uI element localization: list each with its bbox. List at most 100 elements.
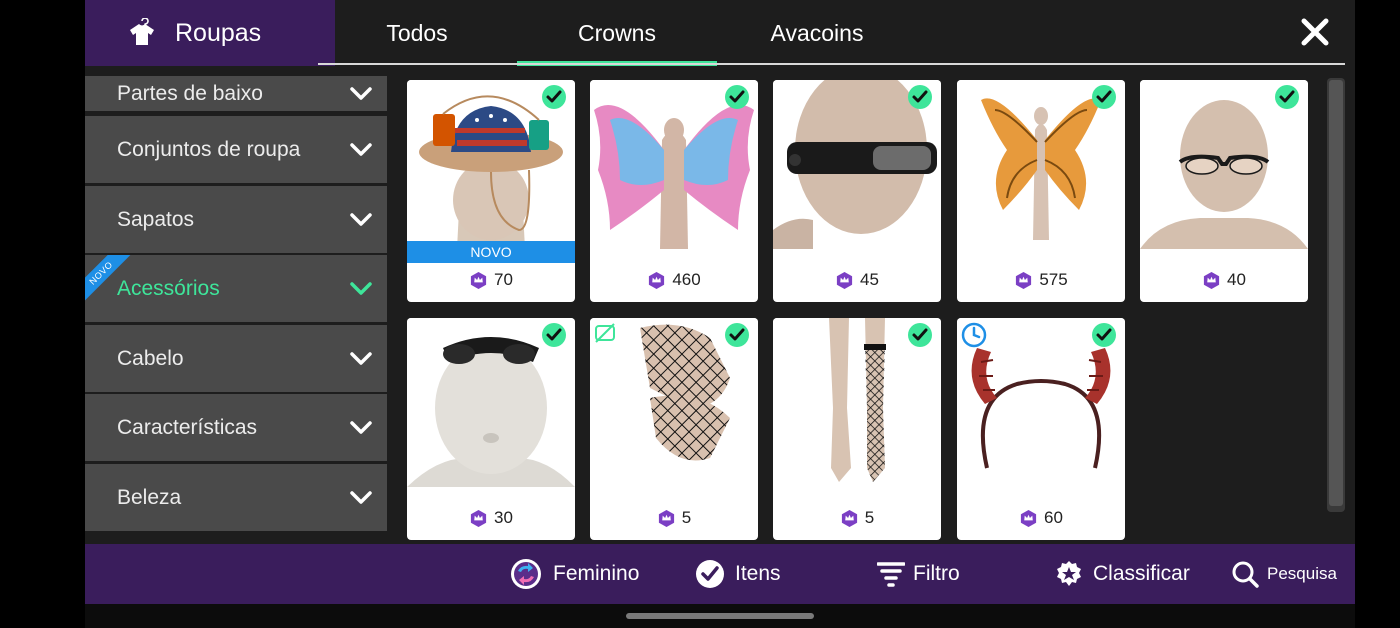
sidebar-item-cabelo[interactable]: Cabelo xyxy=(85,325,387,392)
crown-gem-icon xyxy=(1016,271,1032,289)
check-circle-icon xyxy=(725,323,749,347)
chevron-down-icon xyxy=(350,212,372,226)
crown-gem-icon xyxy=(836,271,853,289)
item-card[interactable]: 45 xyxy=(773,80,941,302)
tab-bar: Todos Crowns Avacoins xyxy=(317,0,917,66)
novo-label: NOVO xyxy=(407,241,575,263)
crown-gem-icon xyxy=(1020,509,1037,527)
filter-button[interactable]: Filtro xyxy=(877,544,960,604)
price-value: 460 xyxy=(672,270,701,289)
filter-icon xyxy=(877,562,905,587)
tab-label: Todos xyxy=(386,19,448,46)
check-circle-icon xyxy=(1092,85,1116,109)
item-card[interactable]: 575 xyxy=(957,80,1125,302)
price-value: 5 xyxy=(681,508,692,527)
item-price: 575 xyxy=(957,268,1125,292)
tab-label: Avacoins xyxy=(770,19,864,46)
top-bar: Roupas Todos Crowns Avacoins xyxy=(85,0,1355,66)
item-card[interactable]: 460 xyxy=(590,80,758,302)
crown-gem-icon xyxy=(658,509,674,527)
item-price: 30 xyxy=(407,506,575,530)
sidebar-item-label: Beleza xyxy=(117,485,182,509)
search-label: Pesquisa xyxy=(1267,564,1337,583)
sidebar-item-label: Cabelo xyxy=(117,346,184,370)
tab-crowns[interactable]: Crowns xyxy=(517,0,717,66)
tabs-divider xyxy=(318,63,1345,65)
item-price: 5 xyxy=(590,506,758,530)
check-circle-icon xyxy=(542,323,566,347)
item-price: 40 xyxy=(1140,268,1308,292)
gender-toggle-button[interactable]: Feminino xyxy=(509,544,639,604)
category-sidebar: Partes de baixo Conjuntos de roupa Sapat… xyxy=(85,76,387,536)
tab-todos[interactable]: Todos xyxy=(317,0,517,66)
crown-gem-icon xyxy=(649,271,665,289)
check-circle-icon xyxy=(542,85,566,109)
item-price: 5 xyxy=(773,506,941,530)
crown-gem-icon xyxy=(470,271,487,289)
sidebar-item-label: Acessórios xyxy=(117,276,220,300)
sort-label: Classificar xyxy=(1093,562,1190,585)
chevron-down-icon xyxy=(350,142,372,156)
home-indicator[interactable] xyxy=(626,613,814,619)
check-circle-icon xyxy=(725,85,749,109)
sidebar-item-label: Características xyxy=(117,415,258,439)
sidebar-item-label: Partes de baixo xyxy=(117,81,263,105)
item-card[interactable]: 40 xyxy=(1140,80,1308,302)
price-value: 70 xyxy=(494,270,513,289)
gender-label: Feminino xyxy=(553,562,640,585)
sidebar-item-label: Conjuntos de roupa xyxy=(117,137,301,161)
check-circle-icon xyxy=(1092,323,1116,347)
item-price: 60 xyxy=(957,506,1125,530)
price-value: 45 xyxy=(860,270,879,289)
sidebar-item-partes-de-baixo[interactable]: Partes de baixo xyxy=(85,76,387,111)
search-icon xyxy=(1232,561,1259,588)
item-price: 460 xyxy=(590,268,758,292)
items-label: Itens xyxy=(735,562,781,585)
item-price: 45 xyxy=(773,268,941,292)
shirt-hanger-icon xyxy=(127,17,157,48)
item-card[interactable]: 60 xyxy=(957,318,1125,540)
scrollbar-thumb[interactable] xyxy=(1329,80,1343,506)
tab-avacoins[interactable]: Avacoins xyxy=(717,0,917,66)
tab-label: Crowns xyxy=(578,19,656,46)
chevron-down-icon xyxy=(350,420,372,434)
filter-label: Filtro xyxy=(913,562,960,585)
check-circle-icon xyxy=(696,560,724,588)
item-card[interactable]: 5 xyxy=(590,318,758,540)
swap-gender-icon xyxy=(511,559,541,589)
chevron-down-icon xyxy=(350,351,372,365)
sidebar-item-label: Sapatos xyxy=(117,207,195,231)
clock-icon xyxy=(961,322,987,348)
check-circle-icon xyxy=(908,85,932,109)
crown-gem-icon xyxy=(841,509,857,527)
close-icon xyxy=(1301,18,1329,46)
chevron-down-icon xyxy=(350,490,372,504)
chevron-down-icon xyxy=(350,86,372,100)
check-circle-icon xyxy=(908,323,932,347)
chevron-down-icon xyxy=(350,281,372,295)
crown-gem-icon xyxy=(1203,271,1220,289)
search-button[interactable]: Pesquisa xyxy=(1231,544,1337,604)
sidebar-item-caracteristicas[interactable]: Características xyxy=(85,394,387,461)
badge-star-icon xyxy=(1057,561,1081,586)
item-price: 70 xyxy=(407,268,575,292)
price-value: 575 xyxy=(1039,270,1068,289)
item-card[interactable]: 5 xyxy=(773,318,941,540)
close-button[interactable] xyxy=(1297,14,1333,50)
item-card[interactable]: NOVO 70 xyxy=(407,80,575,302)
scrollbar[interactable] xyxy=(1327,78,1345,512)
sidebar-item-acessorios[interactable]: NOVO Acessórios xyxy=(85,255,387,322)
sidebar-item-sapatos[interactable]: Sapatos xyxy=(85,186,387,253)
price-value: 40 xyxy=(1227,270,1246,289)
sidebar-item-conjuntos-de-roupa[interactable]: Conjuntos de roupa xyxy=(85,116,387,183)
price-value: 5 xyxy=(864,508,875,527)
page-title: Roupas xyxy=(175,18,262,47)
item-card[interactable]: 30 xyxy=(407,318,575,540)
screen: Roupas Todos Crowns Avacoins Partes de b… xyxy=(85,0,1355,628)
bottom-toolbar: Feminino Itens Filtro Classificar Pesqui… xyxy=(85,544,1355,604)
price-value: 30 xyxy=(494,508,513,527)
items-button[interactable]: Itens xyxy=(695,544,781,604)
sort-button[interactable]: Classificar xyxy=(1055,544,1190,604)
check-circle-icon xyxy=(1275,85,1299,109)
sidebar-item-beleza[interactable]: Beleza xyxy=(85,464,387,531)
